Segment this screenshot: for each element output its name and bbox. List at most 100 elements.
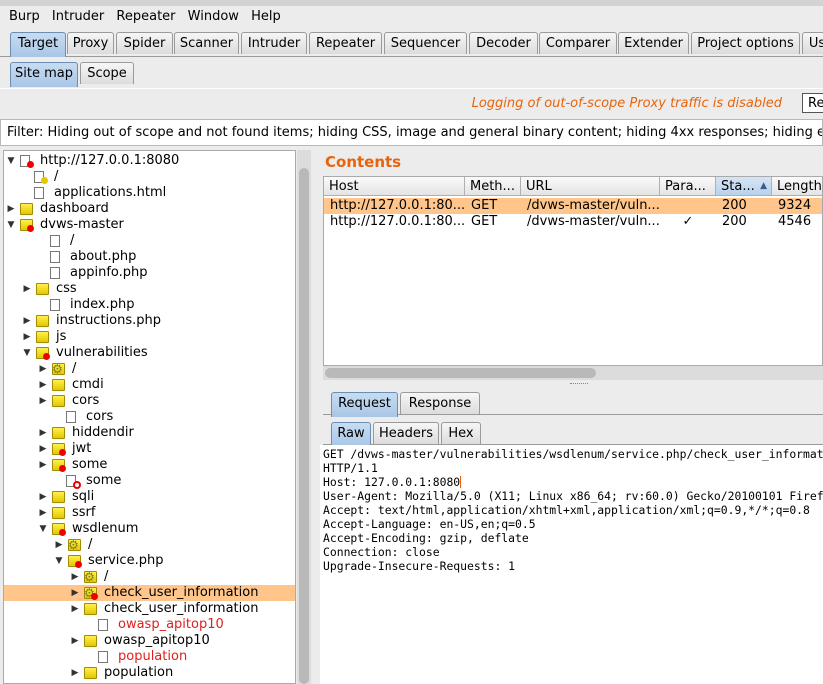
menu-intruder[interactable]: Intruder — [48, 6, 108, 24]
tree-node-label: instructions.php — [56, 313, 162, 328]
expand-arrow-icon[interactable]: ▶ — [22, 329, 32, 345]
expand-arrow-icon[interactable]: ▶ — [70, 665, 80, 681]
tree-node[interactable]: ▼ dvws-master — [4, 217, 295, 233]
tree-node[interactable]: ▶ population — [4, 665, 295, 681]
tree-node[interactable]: ▶ ⚙ / — [4, 537, 295, 553]
tree-node[interactable]: ▼ vulnerabilities — [4, 345, 295, 361]
tree-node[interactable]: ▶ sqli — [4, 489, 295, 505]
expand-arrow-icon[interactable]: ▶ — [70, 601, 80, 617]
raw-request-editor[interactable]: GET /dvws-master/vulnerabilities/wsdlenu… — [320, 445, 823, 684]
table-horizontal-scrollbar[interactable] — [323, 366, 823, 380]
tree-node[interactable]: owasp_apitop10 — [4, 617, 295, 633]
tree-node[interactable]: / — [4, 233, 295, 249]
expand-arrow-icon[interactable]: ▶ — [22, 313, 32, 329]
expand-arrow-icon[interactable]: ▶ — [70, 585, 80, 601]
tree-node[interactable]: ▶ jwt — [4, 441, 295, 457]
tab-user-options[interactable]: Us — [802, 32, 823, 54]
issue-marker-red-icon — [75, 561, 82, 568]
horizontal-splitter[interactable] — [320, 380, 823, 388]
tree-node[interactable]: ▶ owasp_apitop10 — [4, 633, 295, 649]
tab-spider[interactable]: Spider — [116, 32, 173, 54]
column-host[interactable]: Host — [324, 177, 465, 196]
tree-scrollbar-thumb[interactable] — [299, 168, 309, 684]
collapse-arrow-icon[interactable]: ▼ — [6, 217, 16, 233]
expand-arrow-icon[interactable]: ▶ — [38, 361, 48, 377]
tree-node[interactable]: ▼ wsdlenum — [4, 521, 295, 537]
menu-burp[interactable]: Burp — [0, 6, 44, 24]
tree-node[interactable]: ▶ instructions.php — [4, 313, 295, 329]
tab-response[interactable]: Response — [400, 392, 480, 414]
tree-node[interactable]: ▶ ⚙ / — [4, 361, 295, 377]
tab-headers[interactable]: Headers — [373, 422, 439, 444]
tab-target[interactable]: Target — [10, 32, 66, 57]
logging-enable-button[interactable]: Re — [802, 93, 823, 113]
tree-node[interactable]: ▼ service.php — [4, 553, 295, 569]
expand-arrow-icon[interactable]: ▶ — [38, 393, 48, 409]
column-url[interactable]: URL — [521, 177, 660, 196]
collapse-arrow-icon[interactable]: ▼ — [22, 345, 32, 361]
tree-node[interactable]: about.php — [4, 249, 295, 265]
expand-arrow-icon[interactable]: ▶ — [6, 201, 16, 217]
tab-project-options[interactable]: Project options — [691, 32, 800, 54]
tree-node[interactable]: cors — [4, 409, 295, 425]
tree-node[interactable]: ▶ check_user_information — [4, 601, 295, 617]
tree-node[interactable]: ▼ http://127.0.0.1:8080 — [4, 153, 295, 169]
tree-node[interactable]: index.php — [4, 297, 295, 313]
tree-node[interactable]: appinfo.php — [4, 265, 295, 281]
tab-intruder[interactable]: Intruder — [241, 32, 307, 54]
tree-node[interactable]: ▶ some — [4, 457, 295, 473]
tree-node[interactable]: ▶ ⚙ check_user_information — [4, 585, 295, 601]
tree-node[interactable]: ▶ ssrf — [4, 505, 295, 521]
tree-node[interactable]: some — [4, 473, 295, 489]
collapse-arrow-icon[interactable]: ▼ — [54, 553, 64, 569]
expand-arrow-icon[interactable]: ▶ — [38, 425, 48, 441]
site-map-tree[interactable]: ▼ http://127.0.0.1:8080/applications.html… — [3, 150, 296, 684]
expand-arrow-icon[interactable]: ▶ — [22, 281, 32, 297]
column-length[interactable]: Length — [772, 177, 822, 196]
expand-arrow-icon[interactable]: ▶ — [38, 441, 48, 457]
tree-node[interactable]: ▶ css — [4, 281, 295, 297]
collapse-arrow-icon[interactable]: ▼ — [6, 153, 16, 169]
tree-node[interactable]: ▶ hiddendir — [4, 425, 295, 441]
tree-scrollbar[interactable] — [297, 150, 311, 684]
column-status[interactable]: Sta... ▲ — [716, 177, 772, 196]
column-params[interactable]: Para... — [660, 177, 716, 196]
expand-arrow-icon[interactable]: ▶ — [38, 457, 48, 473]
filter-bar[interactable]: Filter: Hiding out of scope and not foun… — [0, 119, 823, 146]
tab-request[interactable]: Request — [331, 392, 398, 417]
table-scrollbar-thumb[interactable] — [325, 368, 596, 378]
expand-arrow-icon[interactable]: ▶ — [54, 537, 64, 553]
tab-extender[interactable]: Extender — [618, 32, 689, 54]
tab-sequencer[interactable]: Sequencer — [384, 32, 467, 54]
expand-arrow-icon[interactable]: ▶ — [38, 377, 48, 393]
tree-node[interactable]: applications.html — [4, 185, 295, 201]
expand-arrow-icon[interactable]: ▶ — [70, 569, 80, 585]
tree-node[interactable]: ▶ ⚙ / — [4, 569, 295, 585]
tree-node[interactable]: ▶ cors — [4, 393, 295, 409]
tab-hex[interactable]: Hex — [441, 422, 481, 444]
expand-arrow-icon[interactable]: ▶ — [70, 633, 80, 649]
tab-decoder[interactable]: Decoder — [469, 32, 538, 54]
expand-arrow-icon[interactable]: ▶ — [38, 489, 48, 505]
collapse-arrow-icon[interactable]: ▼ — [38, 521, 48, 537]
menu-repeater[interactable]: Repeater — [112, 6, 179, 24]
pane-splitter[interactable] — [312, 150, 320, 684]
tab-comparer[interactable]: Comparer — [539, 32, 617, 54]
menu-window[interactable]: Window — [184, 6, 243, 24]
tree-node[interactable]: ▶ dashboard — [4, 201, 295, 217]
tab-proxy[interactable]: Proxy — [67, 32, 114, 54]
expand-arrow-icon[interactable]: ▶ — [38, 505, 48, 521]
menu-help[interactable]: Help — [247, 6, 285, 24]
table-row[interactable]: http://127.0.0.1:80... GET /dvws-master/… — [324, 214, 822, 230]
tree-node[interactable]: population — [4, 649, 295, 665]
column-method[interactable]: Meth... — [465, 177, 521, 196]
table-row[interactable]: http://127.0.0.1:80... GET /dvws-master/… — [324, 198, 822, 214]
tab-scope[interactable]: Scope — [80, 62, 134, 84]
tree-node[interactable]: ▶ js — [4, 329, 295, 345]
tab-scanner[interactable]: Scanner — [174, 32, 239, 54]
tree-node[interactable]: ▶ cmdi — [4, 377, 295, 393]
tab-raw[interactable]: Raw — [331, 422, 371, 447]
tree-node[interactable]: / — [4, 169, 295, 185]
tab-repeater[interactable]: Repeater — [309, 32, 382, 54]
tab-site-map[interactable]: Site map — [10, 62, 78, 87]
